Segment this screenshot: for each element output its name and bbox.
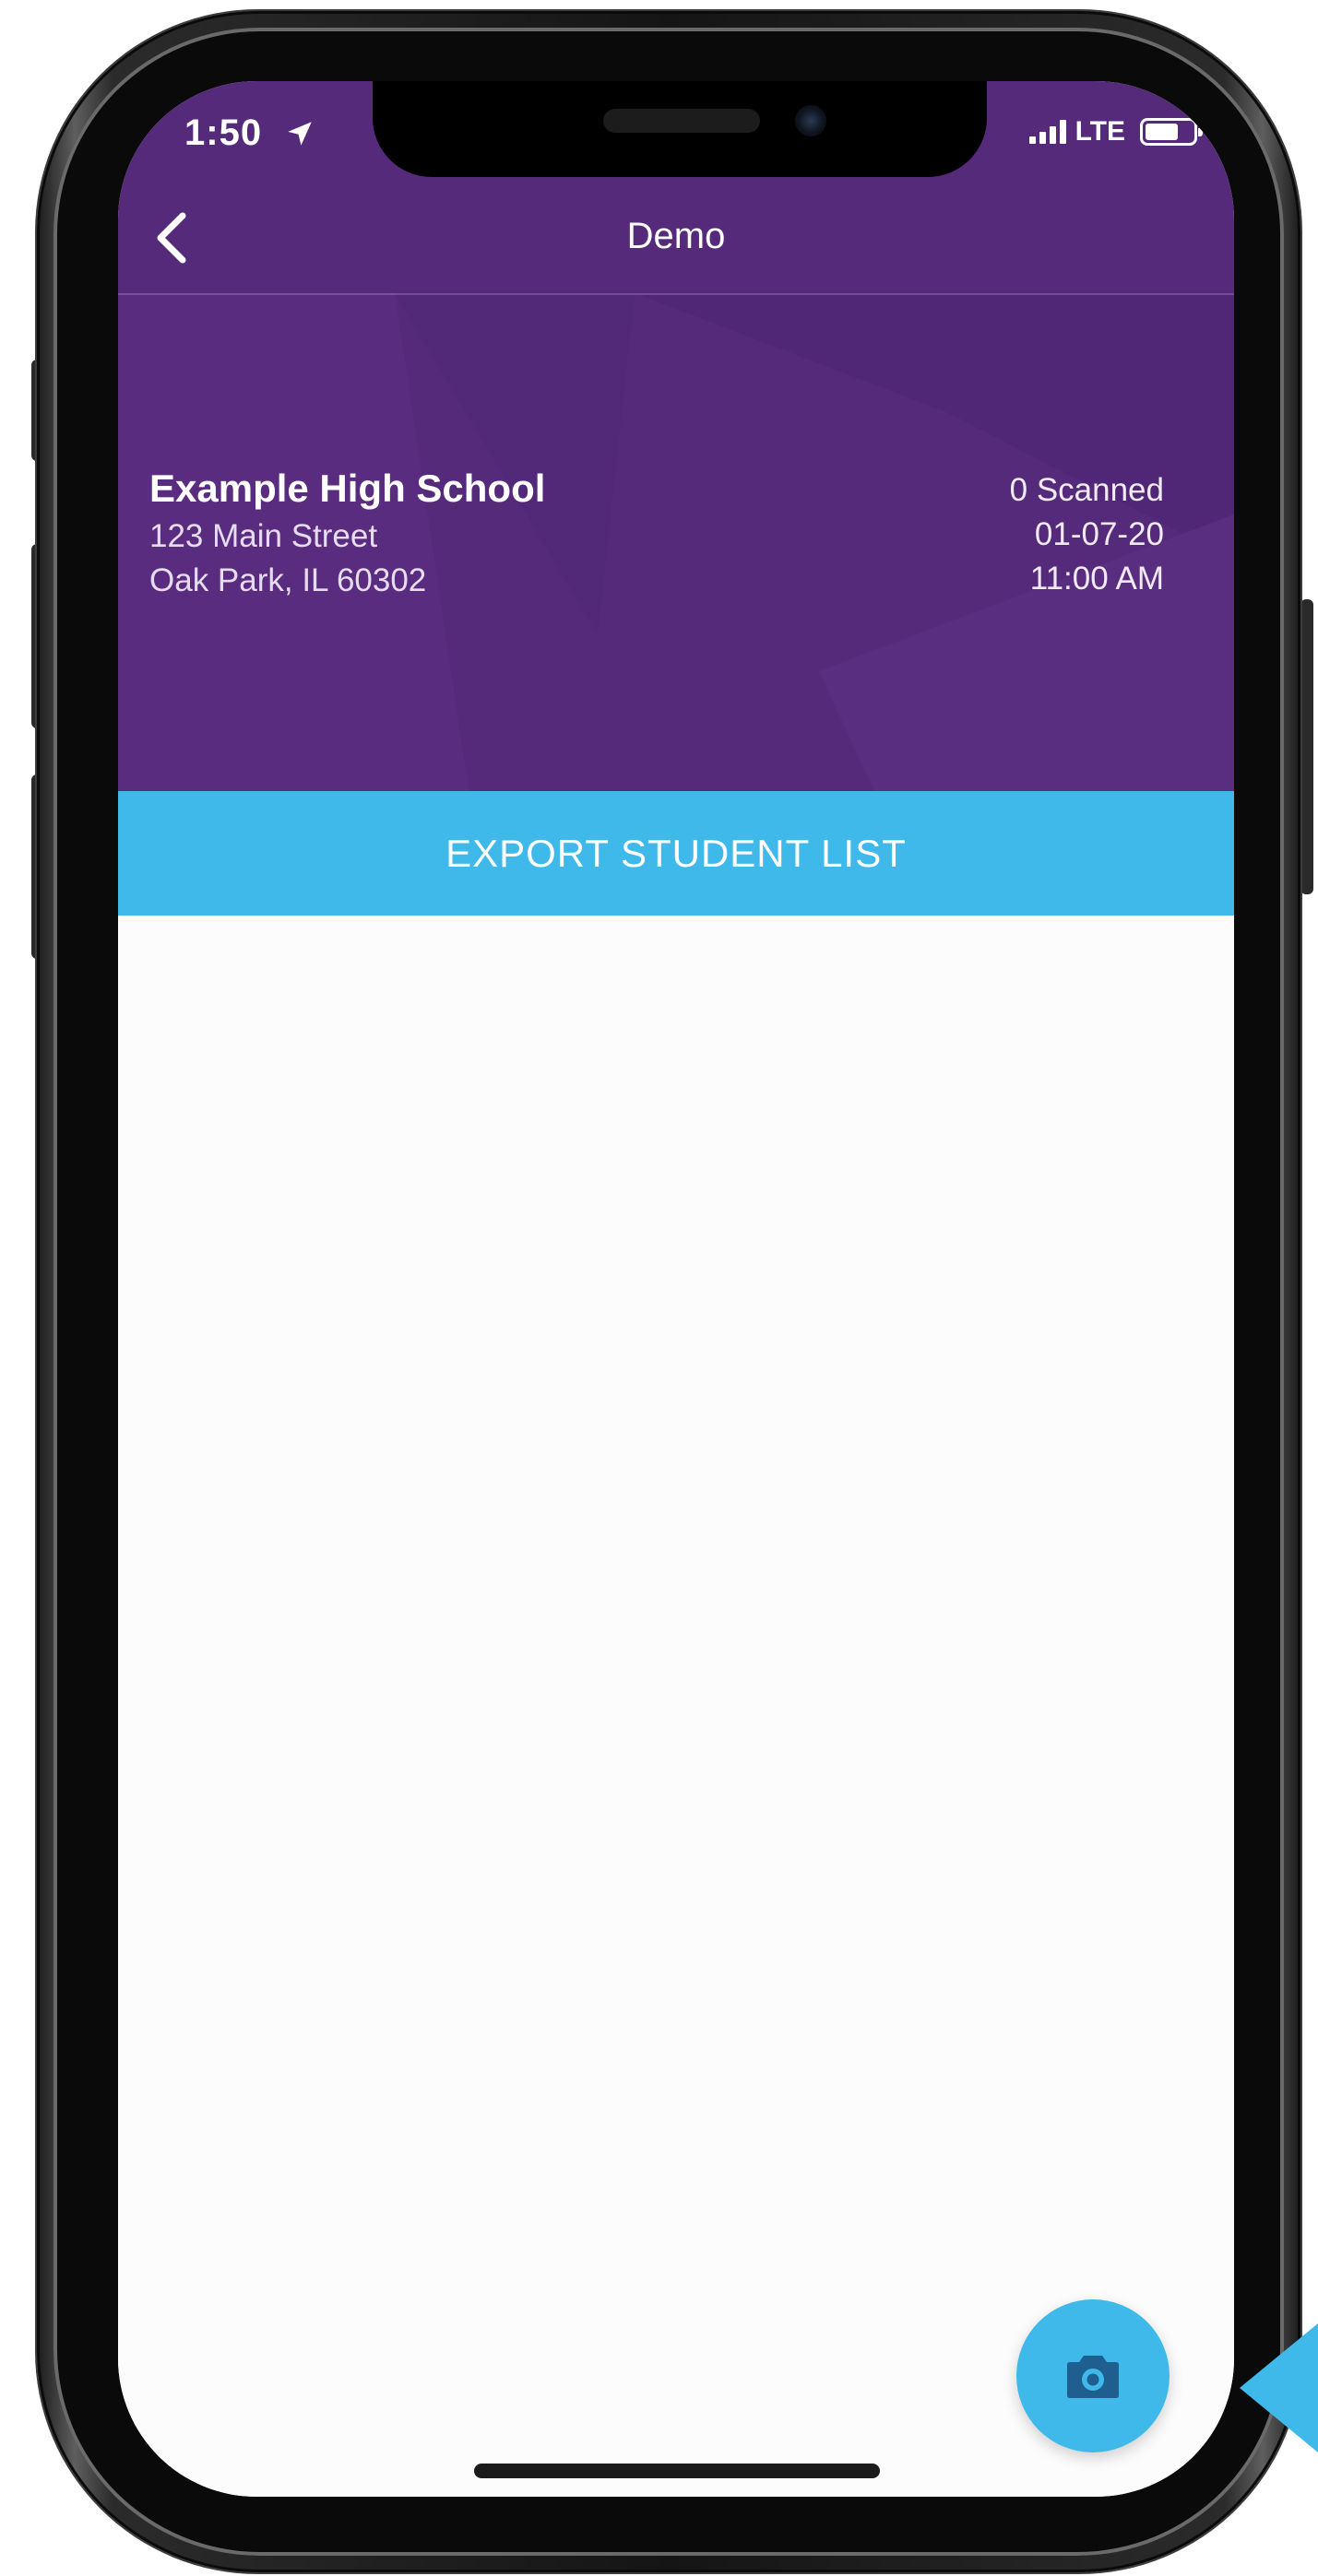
location-arrow-icon [288,122,312,146]
network-type: LTE [1075,116,1125,147]
page-title: Demo [626,216,726,256]
scanned-count: 0 Scanned [1009,472,1164,508]
event-date: 01-07-20 [1034,516,1164,552]
status-time: 1:50 [184,112,263,153]
export-student-list-button[interactable]: EXPORT STUDENT LIST [118,791,1234,916]
speaker-grille [603,109,760,133]
event-header: 1:50 LTE Demo Example High School 123 Ma… [118,81,1234,791]
device-notch [373,81,987,177]
power-button [1300,599,1313,894]
scan-camera-button[interactable] [1016,2299,1170,2452]
event-time: 11:00 AM [1029,561,1164,597]
front-camera [795,105,826,136]
signal-strength-icon [1028,120,1066,144]
app-screen: 1:50 LTE Demo Example High School 123 Ma… [118,81,1234,2497]
school-name: Example High School [149,467,546,510]
navigation-bar: Demo [118,192,1234,295]
student-list [118,916,1234,2497]
phone-mockup: 1:50 LTE Demo Example High School 123 Ma… [0,0,1318,2576]
camera-icon [1067,2356,1119,2398]
address-street: 123 Main Street [149,518,378,554]
callout-arrow-icon [1240,2323,1318,2452]
battery-level [1146,124,1178,140]
battery-icon [1140,118,1203,146]
address-city: Oak Park, IL 60302 [149,562,427,598]
home-indicator[interactable] [474,2464,880,2478]
status-indicators: LTE [1028,116,1203,148]
